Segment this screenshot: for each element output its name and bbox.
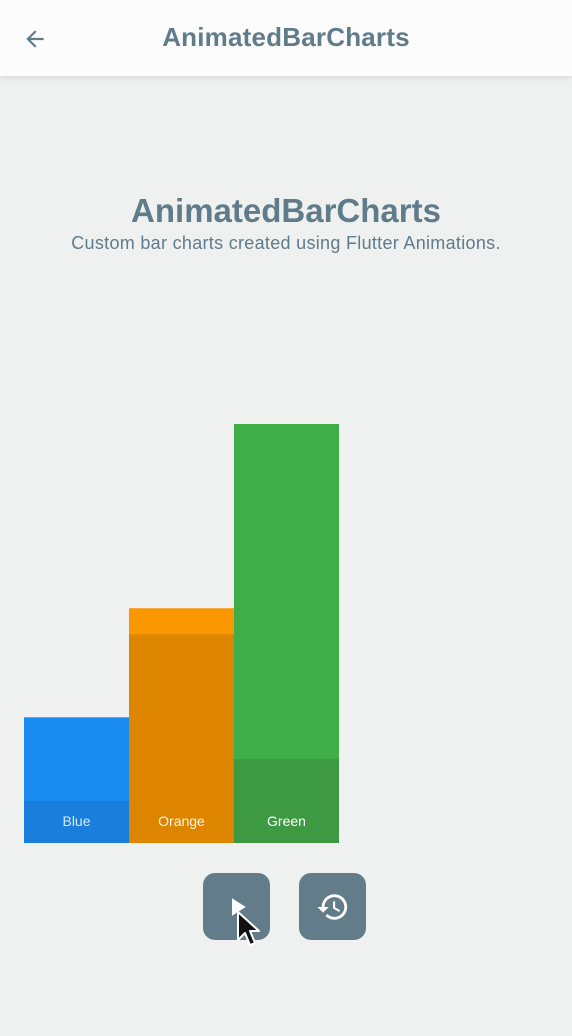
bar-label-orange: Orange [158, 813, 205, 829]
bar-green: Green [234, 424, 339, 843]
bar-orange-top-band [129, 608, 234, 635]
replay-button[interactable] [299, 873, 366, 940]
bar-green-label-band [234, 759, 339, 843]
page-title: AnimatedBarCharts [131, 192, 441, 229]
page-subtitle: Custom bar charts created using Flutter … [71, 233, 501, 253]
bar-orange: Orange [129, 608, 234, 843]
app-bar-title: AnimatedBarCharts [162, 22, 410, 52]
bar-label-blue: Blue [62, 813, 90, 829]
bar-label-green: Green [267, 813, 306, 829]
app-bar: AnimatedBarCharts [0, 0, 572, 76]
history-icon [316, 893, 347, 920]
mouse-cursor-icon [237, 911, 260, 946]
bar-chart: Blue Orange Green [24, 424, 339, 843]
app-screen: AnimatedBarCharts AnimatedBarCharts Cust… [0, 0, 572, 1036]
bar-blue: Blue [24, 717, 129, 843]
